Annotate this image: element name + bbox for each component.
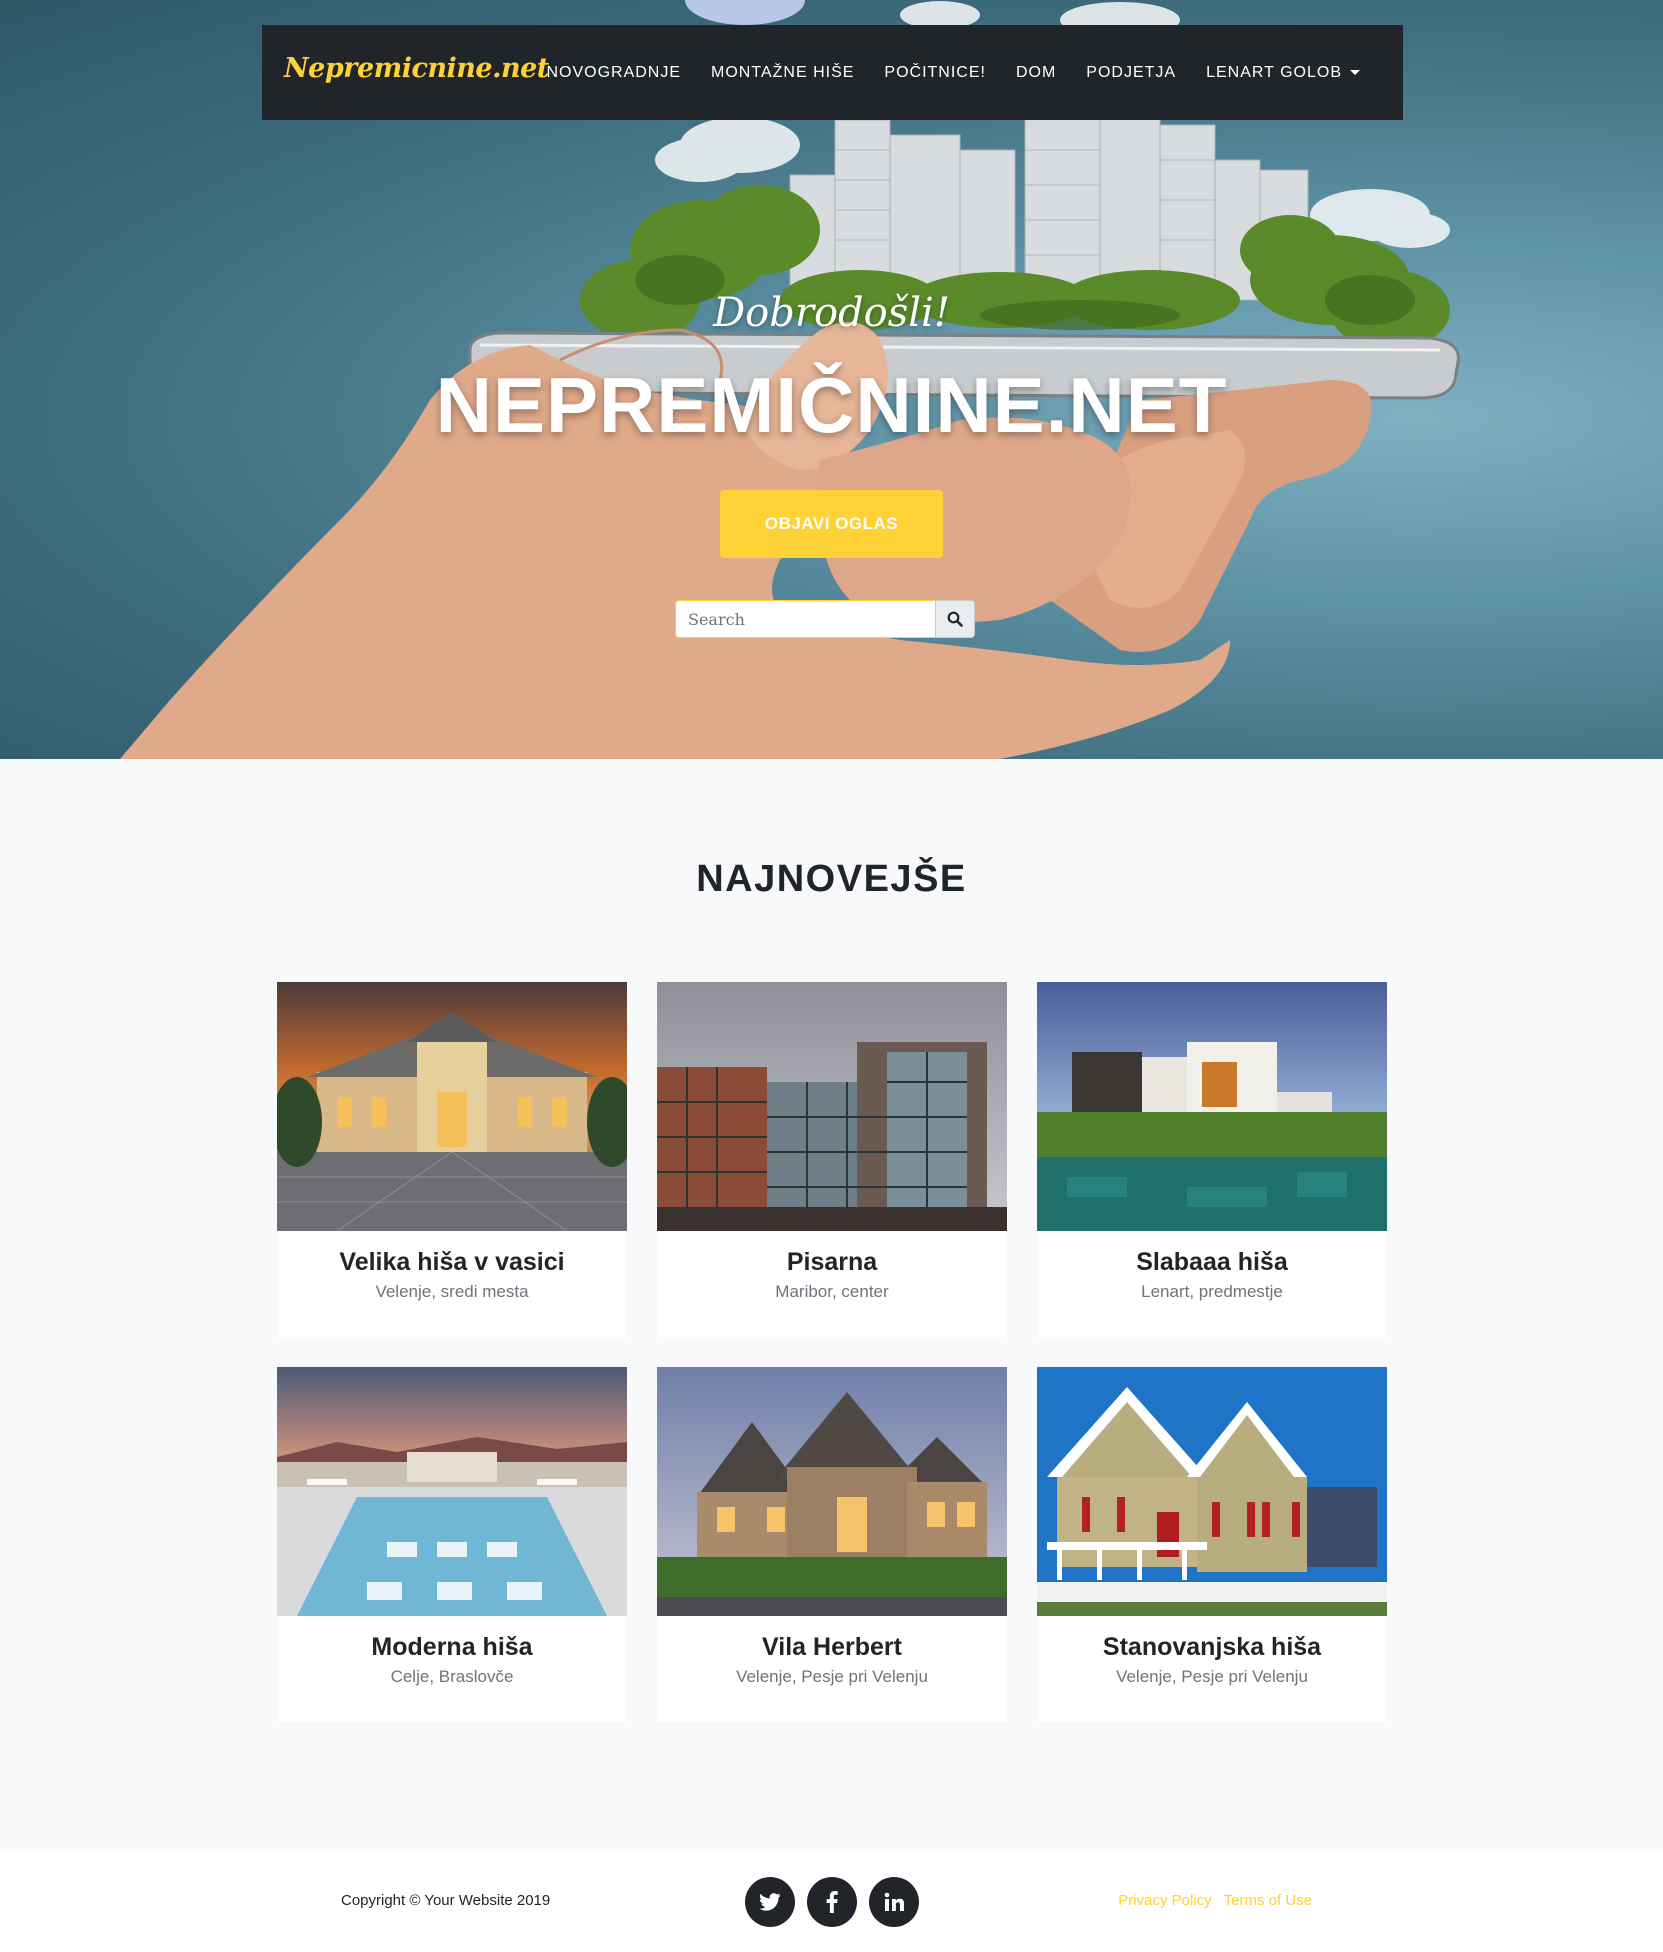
twitter-icon (759, 1893, 781, 1911)
listing-card[interactable]: Velika hiša v vasici Velenje, sredi mest… (277, 982, 627, 1337)
nav-item-podjetja[interactable]: Podjetja (1071, 64, 1191, 82)
facebook-link[interactable] (807, 1877, 857, 1927)
terms-of-use-link[interactable]: Terms of Use (1224, 1892, 1312, 1909)
search-button[interactable] (935, 600, 975, 638)
listing-image (657, 982, 1007, 1231)
listing-image (277, 1367, 627, 1616)
footer: Copyright © Your Website 2019 Privacy Po… (0, 1852, 1663, 1952)
listing-image (1037, 1367, 1387, 1616)
listing-location: Celje, Braslovče (390, 1667, 514, 1686)
hero-heading: NEPREMIČNINE.NET (435, 361, 1228, 449)
user-menu-label: Lenart Golob (1206, 63, 1342, 81)
listing-image (277, 982, 627, 1231)
listing-title: Velika hiša v vasici (339, 1248, 565, 1276)
privacy-policy-link[interactable]: Privacy Policy (1118, 1892, 1211, 1909)
listing-title: Stanovanjska hiša (1102, 1633, 1322, 1661)
listing-card[interactable]: Pisarna Maribor, center (657, 982, 1007, 1337)
nav-menu: Novogradnje Montažne hiše Počitnice! Dom… (531, 25, 1375, 120)
user-menu-dropdown[interactable]: Lenart Golob (1191, 64, 1375, 82)
caret-down-icon (1350, 69, 1360, 75)
listing-title: Slabaaa hiša (1136, 1248, 1288, 1276)
listing-location: Velenje, Pesje pri Velenju (1116, 1667, 1308, 1686)
search-input[interactable] (675, 600, 935, 638)
legal-links: Privacy Policy Terms of Use (1118, 1892, 1312, 1909)
facebook-icon (826, 1891, 838, 1913)
twitter-link[interactable] (745, 1877, 795, 1927)
post-listing-button[interactable]: OBJAVI OGLAS (720, 490, 943, 558)
listing-image (657, 1367, 1007, 1616)
brand-logo[interactable]: Nepremicnine.net (284, 53, 549, 84)
nav-item-dom[interactable]: Dom (1001, 64, 1071, 82)
listing-card[interactable]: Vila Herbert Velenje, Pesje pri Velenju (657, 1367, 1007, 1722)
listing-location: Lenart, predmestje (1141, 1282, 1283, 1301)
listing-card[interactable]: Stanovanjska hiša Velenje, Pesje pri Vel… (1037, 1367, 1387, 1722)
nav-item-pocitnice[interactable]: Počitnice! (869, 64, 1001, 82)
linkedin-icon (884, 1892, 904, 1911)
listing-card[interactable]: Moderna hiša Celje, Braslovče (277, 1367, 627, 1722)
listing-title: Moderna hiša (371, 1633, 533, 1661)
listing-title: Vila Herbert (762, 1633, 902, 1661)
hero-lead-in: Dobrodošli! (713, 290, 950, 336)
top-navbar: Nepremicnine.net Novogradnje Montažne hi… (262, 25, 1403, 120)
social-links (745, 1877, 919, 1927)
nav-item-montazne-hise[interactable]: Montažne hiše (696, 64, 869, 82)
linkedin-link[interactable] (869, 1877, 919, 1927)
listing-location: Velenje, Pesje pri Velenju (736, 1667, 928, 1686)
search-form (675, 600, 975, 638)
listing-location: Maribor, center (775, 1282, 889, 1301)
hero-section: Nepremicnine.net Novogradnje Montažne hi… (0, 0, 1663, 759)
section-title: NAJNOVEJŠE (696, 858, 967, 900)
listing-card[interactable]: Slabaaa hiša Lenart, predmestje (1037, 982, 1387, 1337)
search-icon (947, 611, 963, 627)
nav-item-novogradnje[interactable]: Novogradnje (531, 64, 696, 82)
listing-title: Pisarna (786, 1248, 878, 1276)
listing-location: Velenje, sredi mesta (375, 1282, 529, 1301)
copyright-text: Copyright © Your Website 2019 (341, 1892, 551, 1909)
listing-image (1037, 982, 1387, 1231)
